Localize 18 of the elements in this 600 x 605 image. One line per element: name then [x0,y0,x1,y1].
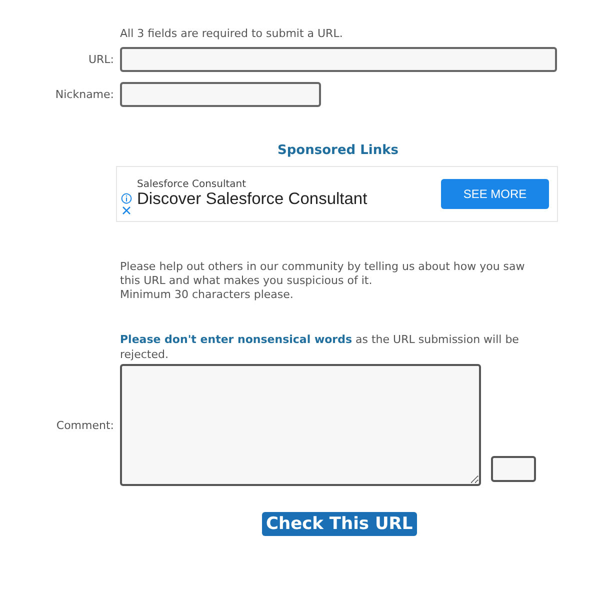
advertiser-name: Salesforce Consultant [137,179,248,190]
see-more-button[interactable]: SEE MORE [441,179,549,209]
ad-headline[interactable]: Discover Salesforce Consultant [137,190,441,209]
close-icon[interactable] [122,206,130,215]
warning-text: Please don't enter nonsensical words as the URL submission will be rejected. [120,332,520,362]
comment-field[interactable] [120,364,481,486]
input-field[interactable] [120,47,557,72]
help-text: Please help out others in our community by telling us about how you saw this URL and what makes you suspicious of it. [120,260,526,288]
input-field[interactable] [491,456,536,482]
field-label: URL: [87,53,114,66]
minimum-note: Minimum 30 characters please. [120,288,294,302]
instruction-text: All 3 fields are required to submit a URL. [120,27,344,41]
info-icon[interactable] [120,193,132,204]
check-url-button[interactable]: Check This URL [262,512,417,536]
field-label: Comment: [55,418,114,432]
field-label: Nickname: [54,88,114,101]
input-field[interactable] [120,82,321,107]
section-heading: Sponsored Links [276,143,400,158]
